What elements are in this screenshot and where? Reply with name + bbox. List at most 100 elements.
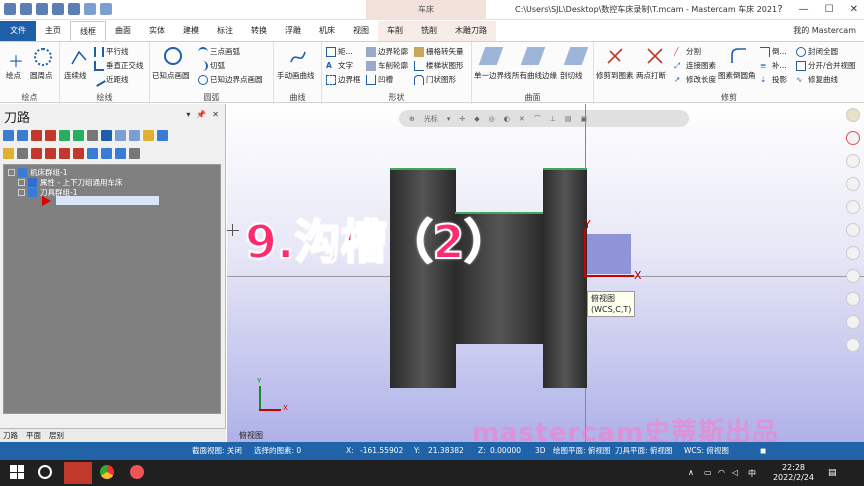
search-icon[interactable]: [38, 465, 52, 479]
panel-close-button[interactable]: ✕: [212, 110, 219, 119]
hide-icon[interactable]: [846, 338, 860, 352]
snap-dropdown[interactable]: ▾: [447, 115, 451, 123]
offset-button[interactable]: ≡ 补...: [760, 60, 787, 71]
notification-icon[interactable]: ▤: [828, 468, 837, 478]
join-entities-button[interactable]: ⤢ 连接图素: [674, 60, 716, 71]
slice-button[interactable]: 剖切线: [560, 70, 583, 81]
boundary-button[interactable]: 边界轮廓: [366, 46, 408, 57]
save-icon[interactable]: [36, 3, 48, 15]
chrome-icon[interactable]: [100, 465, 114, 479]
tab-view[interactable]: 视图: [344, 21, 378, 41]
backplot-icon[interactable]: [59, 129, 70, 141]
layer-icon[interactable]: [846, 269, 860, 283]
line-endpoints-button[interactable]: 连续线: [64, 70, 87, 81]
perpendicular-line-button[interactable]: 垂直正交线: [94, 60, 144, 71]
save-as-icon[interactable]: [52, 3, 64, 15]
all-curve-edges-button[interactable]: 所有曲线边缘: [512, 70, 557, 81]
select-mode-icon[interactable]: ▣: [580, 115, 587, 123]
help-button[interactable]: ?: [777, 0, 782, 20]
my-mastercam[interactable]: 我的 Mastercam: [793, 21, 856, 41]
tab-milling[interactable]: 铣削: [412, 21, 446, 41]
divide-button[interactable]: ╱ 分割: [674, 46, 701, 57]
3d-mode-toggle[interactable]: 3D: [535, 442, 546, 460]
tool-plane-status[interactable]: 刀具平面: 俯视图: [615, 442, 672, 460]
tab-surfaces[interactable]: 曲面: [106, 21, 140, 41]
network-icon[interactable]: ▭: [704, 468, 712, 477]
tab-machine[interactable]: 机床: [310, 21, 344, 41]
snap-midpoint-icon[interactable]: ◆: [474, 115, 479, 123]
ime-indicator[interactable]: 中: [748, 468, 756, 479]
lock-icon[interactable]: [143, 129, 154, 141]
redo-icon[interactable]: [100, 3, 112, 15]
fit-icon[interactable]: [846, 246, 860, 260]
tray-overflow-icon[interactable]: ∧: [688, 468, 694, 477]
circle-edge-point-button[interactable]: 已知边界点画圆: [198, 74, 263, 85]
help-icon[interactable]: [157, 129, 168, 141]
bounding-box-button[interactable]: 边界框: [326, 74, 361, 85]
single-edge-button[interactable]: 单一边界线: [474, 70, 512, 81]
plus-icon[interactable]: [846, 200, 860, 214]
cursor-snap-icon[interactable]: ⊕: [409, 115, 415, 123]
manual-spline-button[interactable]: 手动画曲线: [277, 70, 315, 81]
arc-3-points-button[interactable]: 三点画弧: [198, 46, 240, 57]
high-feed-icon[interactable]: [115, 129, 126, 141]
break-two-pieces-button[interactable]: 两点打断: [636, 70, 666, 81]
expand-toggle-icon[interactable]: [18, 179, 25, 186]
tab-router[interactable]: 木雕刀路: [446, 21, 496, 41]
snap-center-icon[interactable]: ◎: [489, 115, 495, 123]
project-button[interactable]: ⇣ 投影: [760, 74, 787, 85]
mastercam-app-icon[interactable]: [64, 462, 92, 484]
turn-profile-button[interactable]: 车削轮廓: [366, 60, 408, 71]
arrow-up-icon[interactable]: [45, 147, 56, 159]
color-swatch-icon[interactable]: ◼: [760, 442, 766, 460]
undo-icon[interactable]: [84, 3, 96, 15]
arrow-down-icon[interactable]: [31, 147, 42, 159]
tab-planes[interactable]: 平面: [26, 430, 41, 441]
rectangle-button[interactable]: 矩...: [326, 46, 353, 57]
collapse-toggle-icon[interactable]: [18, 189, 25, 196]
select-failed-icon[interactable]: [17, 129, 28, 141]
snap-tangent-icon[interactable]: ⌒: [534, 114, 541, 124]
panel-dropdown-button[interactable]: ▾: [186, 110, 190, 119]
chamfer-button[interactable]: 倒...: [760, 46, 787, 57]
fillet-entities-button[interactable]: 图素倒圆角: [718, 70, 756, 81]
closest-line-button[interactable]: 近距线: [92, 73, 129, 87]
expand-icon[interactable]: [87, 147, 98, 159]
no-entry-icon[interactable]: [846, 131, 860, 145]
circle-center-point-button[interactable]: 已知点画圆: [152, 70, 190, 81]
simulate-icon[interactable]: [87, 129, 98, 141]
z-coord-value[interactable]: 0.00000: [490, 442, 521, 460]
snap-point-icon[interactable]: ✛: [459, 115, 465, 123]
circle-icon[interactable]: [846, 154, 860, 168]
bolt-circle-button[interactable]: 圆周点: [30, 70, 53, 81]
delete-operations-icon[interactable]: [129, 129, 140, 141]
collapse-toggle-icon[interactable]: [8, 169, 15, 176]
arc-tangent-button[interactable]: 切弧: [198, 60, 225, 71]
toggle-display-icon[interactable]: [17, 147, 28, 159]
zoom-icon[interactable]: [846, 223, 860, 237]
move-insert-down-icon[interactable]: [59, 147, 70, 159]
maximize-button[interactable]: ☐: [825, 0, 834, 20]
print-icon[interactable]: [68, 3, 80, 15]
snap-perpendicular-icon[interactable]: ⊥: [550, 115, 556, 123]
lock-toggle-icon[interactable]: [3, 147, 14, 159]
split-join-view-button[interactable]: 分开/合并视图: [796, 60, 856, 71]
cursor-snap-label[interactable]: 光标: [424, 114, 438, 124]
post-icon[interactable]: [101, 129, 112, 141]
tab-file[interactable]: 文件: [0, 21, 36, 41]
door-shape-button[interactable]: 门状图形: [414, 74, 456, 85]
minimize-button[interactable]: —: [799, 0, 809, 20]
volume-icon[interactable]: ◁: [732, 468, 738, 477]
wifi-icon[interactable]: ◠: [718, 468, 725, 477]
tab-levels[interactable]: 层别: [49, 430, 64, 441]
groove-button[interactable]: 凹槽: [366, 74, 393, 85]
tab-wireframe[interactable]: 线框: [70, 21, 106, 41]
regenerate-icon[interactable]: [31, 129, 42, 141]
tab-relief[interactable]: 浮雕: [276, 21, 310, 41]
trim-to-entities-button[interactable]: 修剪到图素: [596, 70, 634, 81]
verify-icon[interactable]: [73, 129, 84, 141]
tab-model-prep[interactable]: 建模: [174, 21, 208, 41]
repair-curves-button[interactable]: ∿ 修复曲线: [796, 74, 838, 85]
draw-plane-status[interactable]: 绘图平面: 俯视图: [553, 442, 610, 460]
point-button[interactable]: 绘点: [6, 70, 21, 81]
